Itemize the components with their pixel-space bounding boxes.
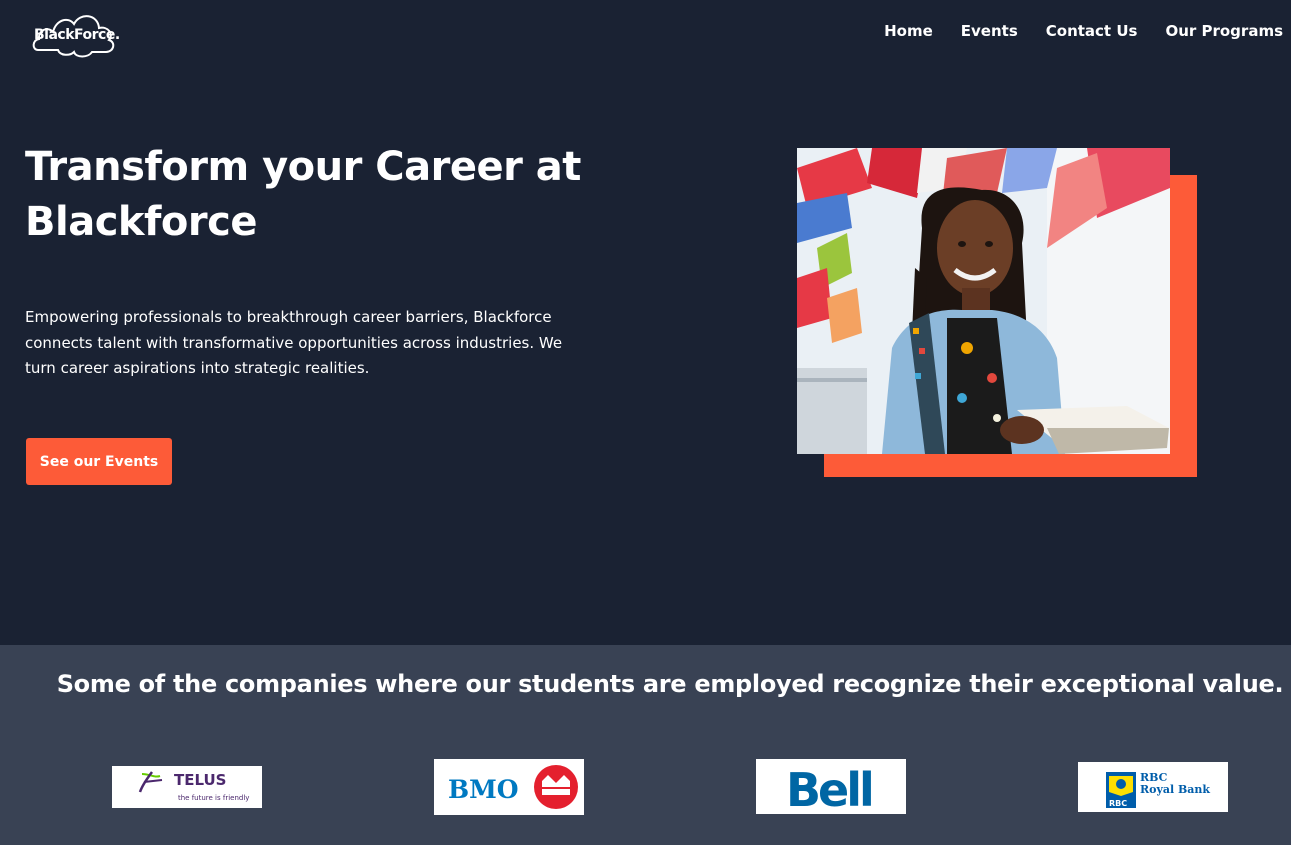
bell-mark-icon: Bell bbox=[786, 763, 875, 814]
rbc-mark-icon: RBC RBC Royal Bank bbox=[1106, 771, 1210, 808]
brand-logo[interactable]: BlackForce. bbox=[30, 6, 122, 58]
telus-logo: TELUS the future is friendly bbox=[112, 766, 262, 808]
nav-link-our-programs[interactable]: Our Programs bbox=[1137, 21, 1283, 41]
bell-logo: Bell bbox=[756, 759, 906, 814]
bmo-logo: BMO bbox=[434, 759, 584, 815]
brand-logo-text: BlackForce. bbox=[34, 27, 120, 43]
bell-wordmark: Bell bbox=[786, 763, 872, 814]
bmo-wordmark: BMO bbox=[448, 775, 519, 804]
telus-wordmark: TELUS bbox=[174, 771, 227, 789]
rbc-wordmark-line2: Royal Bank bbox=[1140, 783, 1210, 796]
rbc-logo: RBC RBC Royal Bank bbox=[1078, 762, 1228, 812]
nav-link-contact-us[interactable]: Contact Us bbox=[1018, 21, 1138, 41]
partners-heading: Some of the companies where our students… bbox=[56, 670, 1284, 698]
telus-mark-icon: TELUS the future is friendly bbox=[138, 771, 249, 802]
nav-link-events[interactable]: Events bbox=[933, 21, 1018, 41]
hero-student-photo bbox=[797, 148, 1170, 454]
student-illustration bbox=[797, 148, 1170, 454]
bmo-mark-icon: BMO bbox=[448, 765, 578, 809]
rbc-badge-text: RBC bbox=[1109, 799, 1127, 808]
telus-tagline: the future is friendly bbox=[178, 794, 249, 802]
hero-headline: Transform your Career at Blackforce bbox=[25, 144, 581, 245]
hero-lead-text: Empowering professionals to breakthrough… bbox=[25, 308, 563, 377]
main-nav: Home Events Contact Us Our Programs bbox=[884, 21, 1283, 41]
hero-section: BlackForce. Home Events Contact Us Our P… bbox=[0, 0, 1291, 645]
see-events-button[interactable]: See our Events bbox=[26, 438, 172, 485]
nav-link-home[interactable]: Home bbox=[884, 21, 933, 41]
